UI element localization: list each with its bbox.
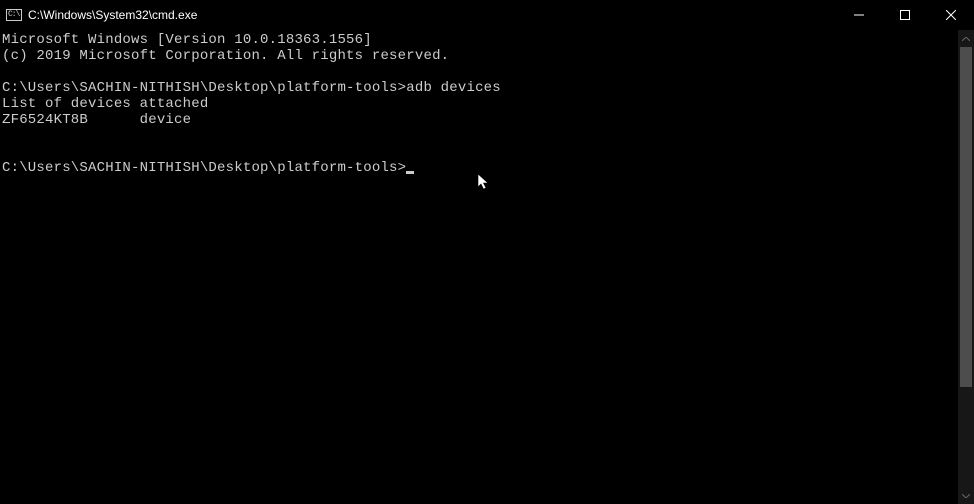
chevron-up-icon bbox=[962, 37, 970, 41]
minimize-icon bbox=[854, 10, 864, 20]
text-cursor bbox=[406, 171, 414, 174]
scroll-down-button[interactable] bbox=[958, 487, 974, 504]
chevron-down-icon bbox=[962, 494, 970, 498]
terminal-prompt: C:\Users\SACHIN-NITHISH\Desktop\platform… bbox=[2, 80, 406, 96]
maximize-icon bbox=[900, 10, 910, 20]
window-titlebar[interactable]: C:\ C:\Windows\System32\cmd.exe bbox=[0, 0, 974, 30]
maximize-button[interactable] bbox=[882, 0, 928, 30]
terminal-line: ZF6524KT8B device bbox=[2, 112, 191, 128]
terminal-line: List of devices attached bbox=[2, 96, 208, 112]
minimize-button[interactable] bbox=[836, 0, 882, 30]
vertical-scrollbar[interactable] bbox=[958, 30, 974, 504]
scroll-up-button[interactable] bbox=[958, 30, 974, 47]
close-icon bbox=[946, 10, 956, 20]
title-left: C:\ C:\Windows\System32\cmd.exe bbox=[6, 8, 197, 22]
cmd-icon: C:\ bbox=[6, 9, 22, 21]
terminal-prompt: C:\Users\SACHIN-NITHISH\Desktop\platform… bbox=[2, 160, 406, 176]
terminal-output[interactable]: Microsoft Windows [Version 10.0.18363.15… bbox=[0, 30, 974, 504]
scroll-thumb[interactable] bbox=[960, 47, 972, 387]
close-button[interactable] bbox=[928, 0, 974, 30]
terminal-line: (c) 2019 Microsoft Corporation. All righ… bbox=[2, 48, 449, 64]
terminal-line: Microsoft Windows [Version 10.0.18363.15… bbox=[2, 32, 372, 48]
terminal-command: adb devices bbox=[406, 80, 501, 96]
window-controls bbox=[836, 0, 974, 30]
window-title: C:\Windows\System32\cmd.exe bbox=[28, 8, 197, 22]
